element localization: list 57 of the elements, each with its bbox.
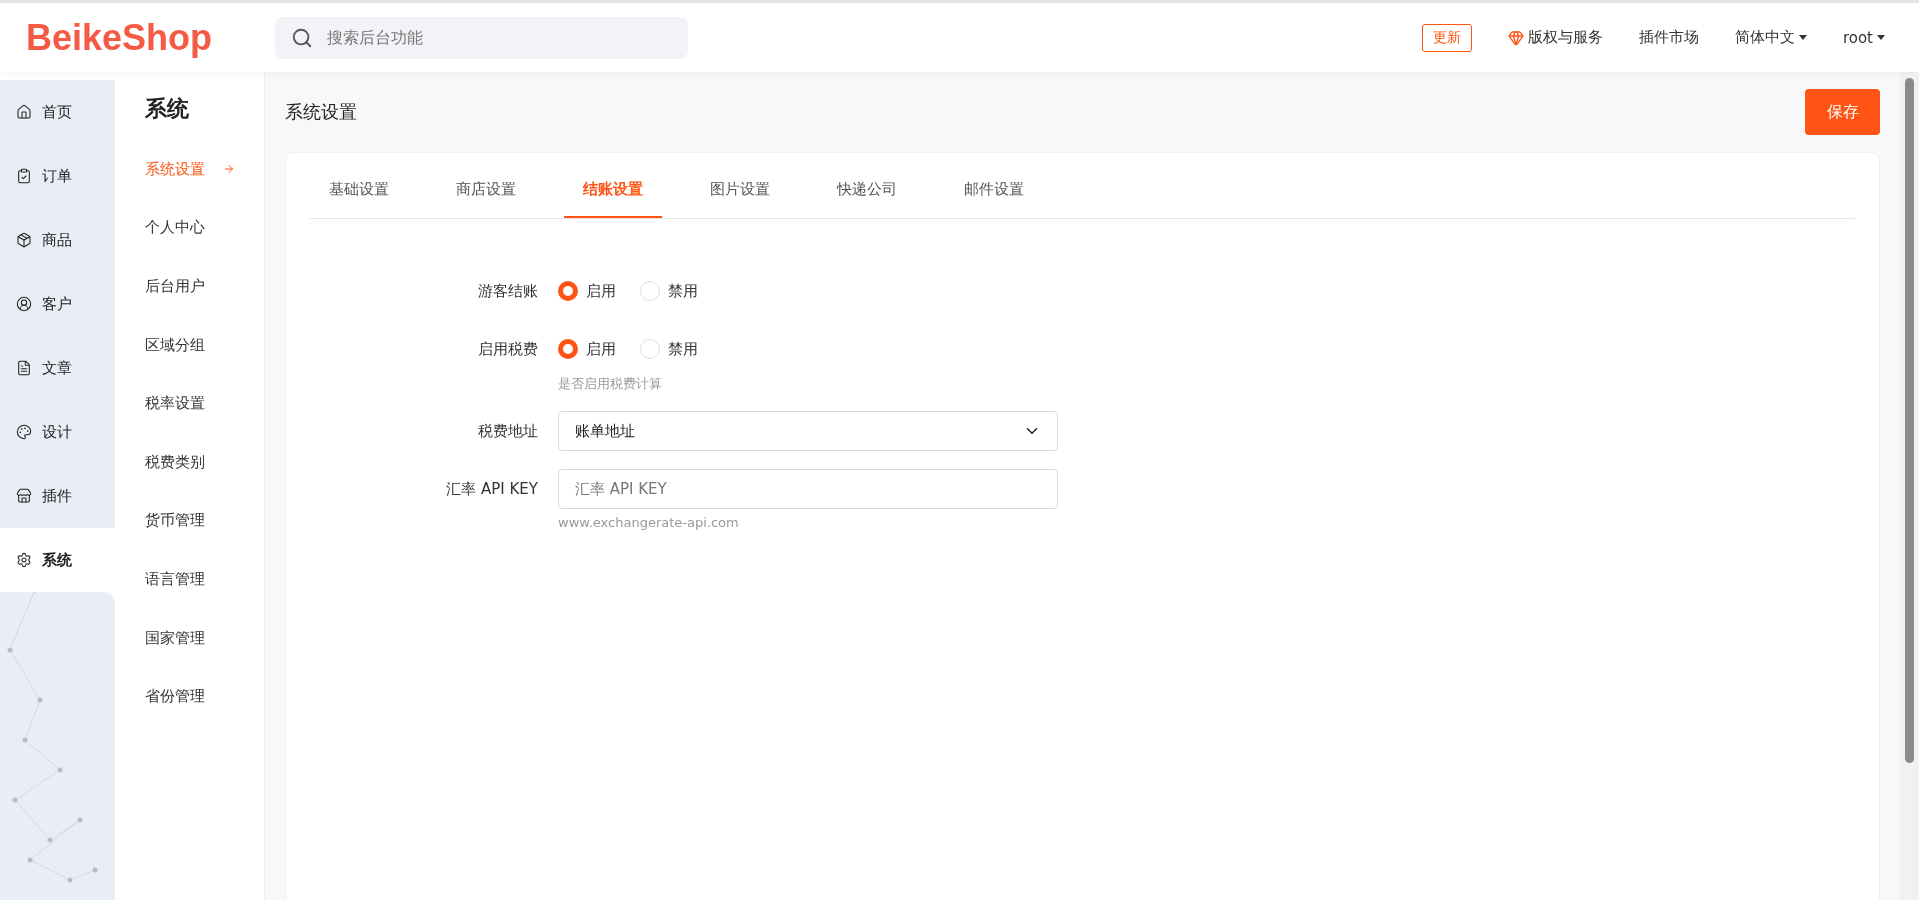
- arrow-icon: [223, 163, 235, 176]
- radio-button[interactable]: [558, 281, 578, 301]
- nav-item[interactable]: 文章: [0, 336, 115, 400]
- submenu-item[interactable]: 区域分组: [145, 315, 264, 375]
- diamond-icon: [1507, 29, 1524, 46]
- caret-icon: [1798, 35, 1807, 40]
- field-label: 游客结账: [477, 281, 538, 302]
- dropdown-menu[interactable]: 简体中文: [1734, 28, 1807, 47]
- dropdown-menu[interactable]: root: [1842, 28, 1885, 47]
- tab[interactable]: 商店设置: [437, 163, 535, 218]
- submenu-item[interactable]: 后台用户: [145, 257, 264, 316]
- select-field[interactable]: 账单地址: [558, 411, 1058, 451]
- user-icon: [16, 296, 32, 312]
- input-field[interactable]: 汇率 API KEY: [558, 469, 1058, 509]
- header-link[interactable]: 插件市场: [1638, 28, 1699, 47]
- nav-item[interactable]: 订单: [0, 144, 115, 208]
- help-text: 是否启用税费计算: [558, 375, 663, 393]
- tab[interactable]: 快递公司: [818, 163, 916, 218]
- help-text: www.exchangerate-api.com: [558, 515, 740, 530]
- submenu-item[interactable]: 税费类别: [145, 432, 264, 492]
- field-label: 启用税费: [477, 339, 538, 360]
- submenu-item[interactable]: 税率设置: [145, 374, 264, 433]
- radio-label: 禁用: [668, 281, 698, 301]
- submenu-item[interactable]: 语言管理: [145, 550, 264, 609]
- submenu-item[interactable]: 货币管理: [145, 491, 264, 551]
- store-icon: [16, 488, 32, 504]
- submenu-item[interactable]: 国家管理: [145, 608, 264, 668]
- scrollbar[interactable]: [1900, 72, 1919, 900]
- tab[interactable]: 邮件设置: [945, 163, 1043, 218]
- box-icon: [16, 232, 32, 248]
- radio-label: 启用: [586, 339, 616, 359]
- submenu-item[interactable]: 省份管理: [145, 667, 264, 726]
- nav-item[interactable]: 插件: [0, 464, 115, 528]
- tab[interactable]: 图片设置: [691, 163, 789, 218]
- radio-label: 启用: [586, 281, 616, 301]
- nav-item[interactable]: 客户: [0, 272, 115, 336]
- submenu-item[interactable]: 个人中心: [145, 198, 264, 258]
- page-title: 系统设置: [285, 100, 357, 124]
- field-label: 汇率 API KEY: [445, 479, 538, 500]
- logo: BeikeShop: [26, 16, 214, 59]
- nav-item[interactable]: 首页: [0, 80, 115, 144]
- search-field[interactable]: 搜索后台功能: [275, 16, 688, 59]
- clipboard-icon: [16, 168, 32, 184]
- radio-button[interactable]: [558, 339, 578, 359]
- settings-icon: [16, 552, 32, 568]
- nav-item[interactable]: 商品: [0, 208, 115, 272]
- section-title: 系统: [145, 95, 190, 123]
- document-icon: [16, 360, 32, 376]
- tab[interactable]: 基础设置: [310, 163, 408, 218]
- palette-icon: [16, 424, 32, 440]
- field-label: 税费地址: [477, 421, 538, 442]
- home-icon: [16, 104, 32, 120]
- caret-icon: [1877, 35, 1885, 40]
- header-link[interactable]: 版权与服务: [1507, 28, 1603, 47]
- nav-item[interactable]: 设计: [0, 400, 115, 464]
- search-icon: [291, 26, 313, 49]
- radio-label: 禁用: [668, 339, 698, 359]
